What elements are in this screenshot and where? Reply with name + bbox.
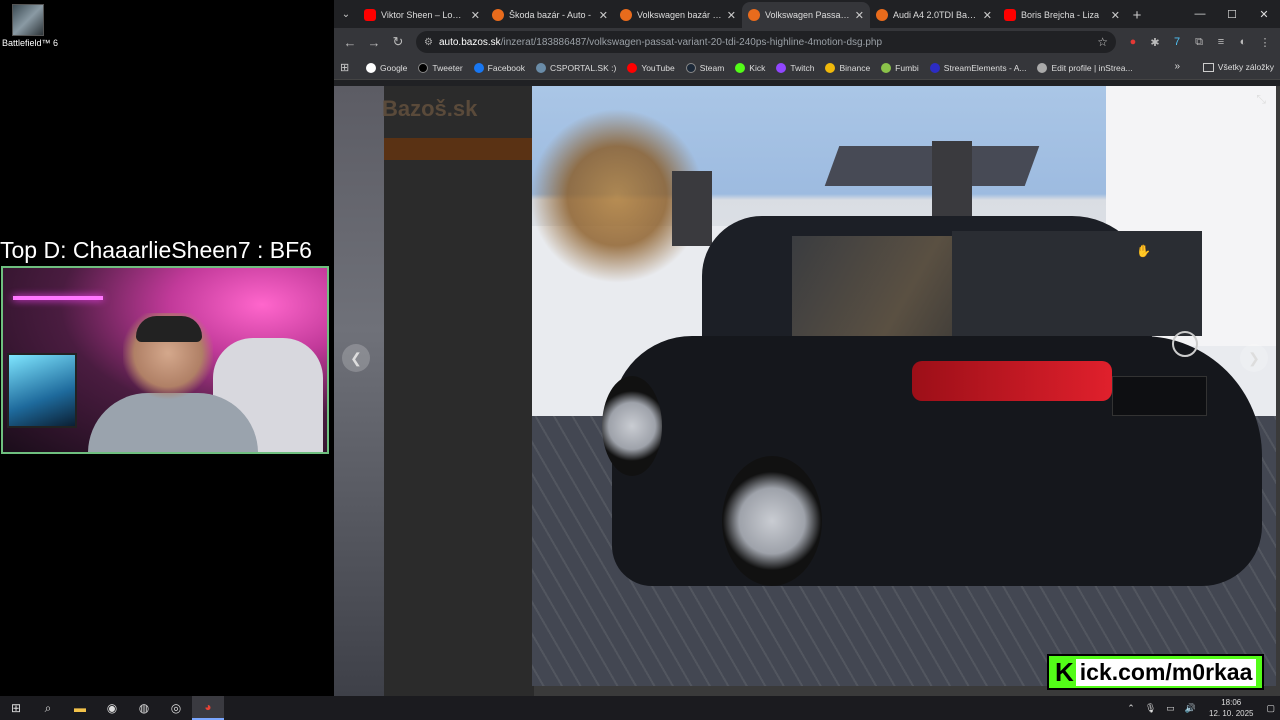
bazos-icon xyxy=(492,9,504,21)
volume-icon[interactable]: 🔊 xyxy=(1185,703,1196,714)
extension-icon[interactable]: ✱ xyxy=(1144,31,1166,53)
more-bookmarks-icon[interactable]: » xyxy=(1174,61,1180,72)
tab-2[interactable]: Volkswagen bazár - Au ✕ xyxy=(614,2,742,28)
bookmark-twitch[interactable]: Twitch xyxy=(776,62,814,73)
url-host: auto.bazos.sk xyxy=(438,36,501,48)
all-bookmarks-button[interactable]: Všetky záložky xyxy=(1202,62,1274,72)
notifications-icon[interactable]: ▢ xyxy=(1266,703,1275,714)
new-tab-button[interactable]: + xyxy=(1126,2,1148,28)
windows-start-icon[interactable]: ⊞ xyxy=(0,696,32,720)
tray-chevron-icon[interactable]: ⌃ xyxy=(1127,703,1135,714)
bazos-icon xyxy=(876,9,888,21)
bazos-icon xyxy=(748,9,760,21)
tab-title: Viktor Sheen – Lows ( xyxy=(381,10,467,20)
microphone-icon[interactable]: 🎙 xyxy=(1145,703,1156,714)
bookmark-binance[interactable]: Binance xyxy=(825,62,870,73)
dimmed-header-strip xyxy=(384,138,534,160)
bazos-logo: Bazoš.sk xyxy=(382,96,478,121)
menu-kebab-icon[interactable]: ⋮ xyxy=(1254,31,1276,53)
bookmark-tweeter[interactable]: Tweeter xyxy=(418,62,463,73)
bookmark-instreamly[interactable]: Edit profile | inStrea... xyxy=(1037,62,1133,73)
tab-title: Volkswagen Passat Var xyxy=(765,10,851,20)
url-path: /inzerat/183886487/volkswagen-passat-var… xyxy=(500,36,883,48)
clock-date: 12. 10. 2025 xyxy=(1209,709,1254,718)
discord-icon[interactable]: ◉ xyxy=(96,696,128,720)
close-window-icon[interactable]: ✕ xyxy=(1248,0,1280,28)
close-tab-icon[interactable]: ✕ xyxy=(1111,9,1120,22)
extensions-puzzle-icon[interactable]: ⧉ xyxy=(1188,31,1210,53)
apps-grid-icon[interactable]: ⊞ xyxy=(340,61,360,74)
profile-avatar-icon[interactable]: ◐ xyxy=(1232,31,1254,53)
tab-strip: ⌄ Viktor Sheen – Lows ( ✕ Škoda bazár - A… xyxy=(334,0,1280,28)
back-icon[interactable]: ← xyxy=(338,30,362,54)
taskbar: ⊞ ⌕ ▬ ◉ ◍ ◎ ◕ ⌃ 🎙 ▭ 🔊 18:06 12. 10. 2025… xyxy=(0,696,1280,720)
tab-title: Boris Brejcha - Liza xyxy=(1021,10,1100,20)
clock[interactable]: 18:06 12. 10. 2025 xyxy=(1209,697,1253,719)
youtube-icon xyxy=(364,9,376,21)
site-info-icon[interactable]: ⚙ xyxy=(424,37,433,48)
webcam-feed xyxy=(1,266,329,454)
car-photo-lightbox[interactable]: ✋ ⤡ xyxy=(532,86,1276,686)
desktop: Battlefield™ 6 Top D: ChaaarlieSheen7 : … xyxy=(0,0,334,696)
close-tab-icon[interactable]: ✕ xyxy=(727,9,736,22)
translate-extension-icon[interactable]: 7 xyxy=(1166,31,1188,53)
bookmark-google[interactable]: Google xyxy=(366,62,407,73)
hand-cursor-icon: ✋ xyxy=(1136,244,1151,258)
bookmark-csportal[interactable]: CSPORTAL.SK :) xyxy=(536,62,616,73)
clock-time: 18:06 xyxy=(1221,698,1242,707)
tab-title: Audi A4 2.0TDI Bang & xyxy=(893,10,979,20)
tab-4[interactable]: Audi A4 2.0TDI Bang & ✕ xyxy=(870,2,998,28)
maximize-icon[interactable]: ☐ xyxy=(1216,0,1248,28)
dimmed-listing-page xyxy=(384,86,534,696)
chrome-icon[interactable]: ◕ xyxy=(192,696,224,720)
tab-5[interactable]: Boris Brejcha - Liza ✕ xyxy=(998,2,1126,28)
minimize-icon[interactable]: — xyxy=(1184,0,1216,28)
previous-photo-arrow-icon[interactable]: ❮ xyxy=(342,344,370,372)
forward-icon[interactable]: → xyxy=(362,30,386,54)
next-photo-arrow-icon[interactable]: ❯ xyxy=(1240,344,1268,372)
stream-overlay-text: Top D: ChaaarlieSheen7 : BF6 xyxy=(0,237,312,263)
page-content: Bazoš.sk ✋ ⤡ ❮ ❯ K ick.com/m0rkaa xyxy=(334,86,1280,696)
browser-window: ⌄ Viktor Sheen – Lows ( ✕ Škoda bazár - A… xyxy=(334,0,1280,696)
system-tray: ⌃ 🎙 ▭ 🔊 18:06 12. 10. 2025 ▢ xyxy=(1122,697,1280,719)
search-icon[interactable]: ⌕ xyxy=(32,696,64,720)
reading-list-icon[interactable]: ≡ xyxy=(1210,31,1232,53)
previous-photo-preview xyxy=(334,86,384,696)
close-tab-icon[interactable]: ✕ xyxy=(983,9,992,22)
kick-watermark: Kick.com/m0rkaa xyxy=(1047,654,1265,690)
tab-3-active[interactable]: Volkswagen Passat Var ✕ xyxy=(742,2,870,28)
close-tab-icon[interactable]: ✕ xyxy=(599,9,608,22)
bazos-icon xyxy=(620,9,632,21)
navigation-toolbar: ← → ↻ ⚙ auto.bazos.sk/inzerat/183886487/… xyxy=(334,28,1280,56)
reload-icon[interactable]: ↻ xyxy=(386,30,410,54)
bookmark-steam[interactable]: Steam xyxy=(685,62,724,73)
folder-icon xyxy=(1202,62,1214,72)
battlefield-desktop-icon[interactable]: Battlefield™ 6 xyxy=(2,4,59,48)
desktop-icon-label: Battlefield™ 6 xyxy=(2,38,59,48)
file-explorer-icon[interactable]: ▬ xyxy=(64,696,96,720)
bookmark-streamelements[interactable]: StreamElements - A... xyxy=(929,62,1026,73)
battlefield-icon xyxy=(12,4,44,36)
bookmark-star-icon[interactable]: ☆ xyxy=(1097,35,1108,49)
tab-title: Volkswagen bazár - Au xyxy=(637,10,723,20)
bookmark-fumbi[interactable]: Fumbi xyxy=(881,62,919,73)
network-icon[interactable]: ▭ xyxy=(1166,703,1175,714)
close-tab-icon[interactable]: ✕ xyxy=(855,9,864,22)
car-image xyxy=(572,196,1272,626)
youtube-icon xyxy=(1004,9,1016,21)
steam-icon[interactable]: ◍ xyxy=(128,696,160,720)
bookmark-kick[interactable]: Kick xyxy=(735,62,765,73)
tab-0[interactable]: Viktor Sheen – Lows ( ✕ xyxy=(358,2,486,28)
address-bar[interactable]: ⚙ auto.bazos.sk/inzerat/183886487/volksw… xyxy=(416,31,1116,53)
bookmark-youtube[interactable]: YouTube xyxy=(627,62,675,73)
tab-title: Škoda bazár - Auto - xyxy=(509,10,592,20)
extension-red-icon[interactable]: ● xyxy=(1122,31,1144,53)
bookmarks-bar: ⊞ Google Tweeter Facebook CSPORTAL.SK :)… xyxy=(334,56,1280,80)
exit-fullscreen-icon[interactable]: ⤡ xyxy=(1256,92,1266,107)
tab-1[interactable]: Škoda bazár - Auto - ✕ xyxy=(486,2,614,28)
tab-search-icon[interactable]: ⌄ xyxy=(334,0,358,28)
bookmark-facebook[interactable]: Facebook xyxy=(473,62,525,73)
close-tab-icon[interactable]: ✕ xyxy=(471,9,480,22)
obs-icon[interactable]: ◎ xyxy=(160,696,192,720)
